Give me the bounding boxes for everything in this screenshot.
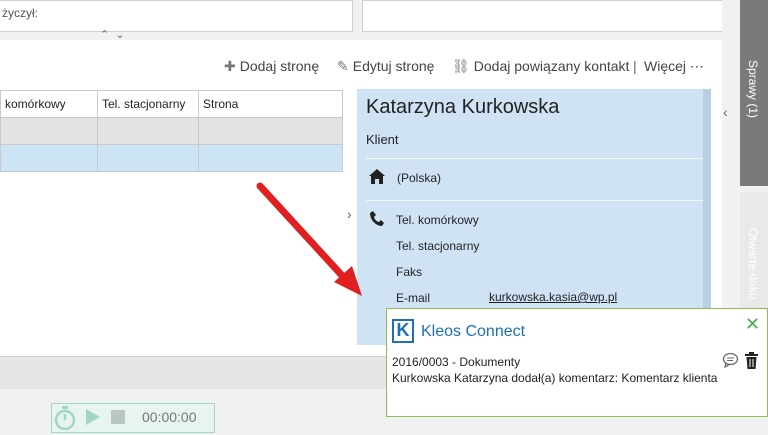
table-cell bbox=[0, 144, 98, 172]
table-row[interactable] bbox=[0, 144, 343, 172]
edit-icon: ✎ bbox=[337, 58, 349, 74]
play-icon[interactable] bbox=[86, 409, 100, 425]
plus-icon: ✚ bbox=[224, 58, 236, 74]
trash-icon[interactable] bbox=[744, 352, 759, 374]
stopwatch-icon bbox=[54, 406, 76, 435]
edit-page-button[interactable]: ✎ Edytuj stronę bbox=[337, 58, 434, 75]
table-row[interactable] bbox=[0, 117, 343, 145]
notification-title: Kleos Connect bbox=[421, 323, 526, 340]
table-cell bbox=[0, 117, 98, 145]
table-cell bbox=[97, 144, 199, 172]
more-button[interactable]: Więcej ⋯ bbox=[644, 58, 704, 75]
stop-icon[interactable] bbox=[111, 410, 125, 424]
card-divider bbox=[366, 200, 703, 201]
toolbar: ✚ Dodaj stronę ✎ Edytuj stronę ⛓ Dodaj powi… bbox=[0, 52, 722, 80]
truncated-field-label: życzył: bbox=[2, 6, 38, 20]
close-icon[interactable]: ✕ bbox=[745, 314, 760, 335]
table-header-row: komórkowy Tel. stacjonarny Strona bbox=[0, 90, 343, 118]
mobile-phone-label: Tel. komórkowy bbox=[396, 213, 479, 227]
tab-open-documents-label: Otwarte doku bbox=[746, 228, 760, 300]
timer-time: 00:00:00 bbox=[142, 409, 197, 425]
more-dots-icon: ⋯ bbox=[689, 58, 704, 74]
edit-page-label: Edytuj stronę bbox=[352, 58, 435, 74]
table-cell bbox=[198, 144, 343, 172]
email-link[interactable]: kurkowska.kasia@wp.pl bbox=[489, 290, 617, 304]
tab-cases-label: Sprawy (1) bbox=[746, 60, 760, 119]
kleos-logo-icon: K bbox=[392, 319, 414, 343]
column-header-page[interactable]: Strona bbox=[198, 90, 343, 118]
notification-message: Kurkowska Katarzyna dodał(a) komentarz: … bbox=[392, 371, 718, 385]
link-icon: ⛓ bbox=[452, 58, 470, 74]
pages-table: komórkowy Tel. stacjonarny Strona bbox=[0, 90, 343, 172]
top-right-panel bbox=[362, 0, 724, 32]
table-cell bbox=[97, 117, 199, 145]
tab-open-documents[interactable]: Otwarte doku bbox=[740, 192, 768, 312]
fax-label: Faks bbox=[396, 265, 423, 279]
card-scrollbar[interactable] bbox=[703, 89, 711, 345]
annotation-arrow-icon bbox=[250, 178, 370, 307]
contact-name: Katarzyna Kurkowska bbox=[366, 96, 560, 118]
toolbar-separator: | bbox=[633, 58, 637, 74]
notification-case[interactable]: 2016/0003 - Dokumenty bbox=[392, 355, 520, 369]
phone-icon bbox=[369, 210, 385, 232]
add-page-button[interactable]: ✚ Dodaj stronę bbox=[224, 58, 319, 75]
tab-cases[interactable]: Sprawy (1) bbox=[740, 0, 768, 186]
add-related-contact-label: Dodaj powiązany kontakt bbox=[473, 58, 630, 74]
contact-address: (Polska) bbox=[397, 171, 442, 185]
chevron-left-icon[interactable]: ‹ bbox=[723, 104, 728, 120]
landline-phone-label: Tel. stacjonarny bbox=[396, 239, 480, 253]
more-label: Więcej bbox=[644, 58, 687, 74]
add-page-label: Dodaj stronę bbox=[239, 58, 320, 74]
top-left-panel: życzył: bbox=[0, 0, 353, 32]
home-icon bbox=[368, 168, 386, 190]
contact-role: Klient bbox=[366, 132, 399, 147]
column-header-mobile[interactable]: komórkowy bbox=[0, 90, 98, 118]
comment-icon[interactable] bbox=[722, 352, 739, 373]
add-related-contact-button[interactable]: ⛓ Dodaj powiązany kontakt bbox=[452, 58, 629, 75]
email-label: E-mail bbox=[396, 291, 431, 305]
table-cell bbox=[198, 117, 343, 145]
column-header-landline[interactable]: Tel. stacjonarny bbox=[97, 90, 199, 118]
card-divider bbox=[366, 158, 703, 159]
